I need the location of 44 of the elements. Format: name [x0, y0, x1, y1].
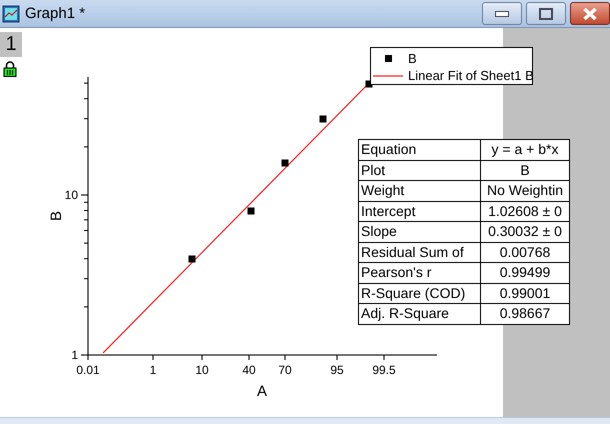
table-cell: R-Square (COD) [358, 283, 480, 304]
lock-icon[interactable] [3, 61, 17, 77]
table-cell: Equation [358, 140, 480, 160]
table-cell: Adj. R-Square [358, 304, 480, 324]
graph-window-icon [2, 4, 20, 22]
table-cell: 0.99001 [480, 283, 570, 304]
table-cell: Slope [358, 222, 480, 242]
table-cell: B [480, 160, 570, 180]
data-point [188, 256, 196, 262]
x-tick-label: 1 [150, 363, 156, 377]
table-cell: 0.98667 [480, 304, 570, 324]
x-tick-label: 0.01 [76, 363, 100, 377]
table-cell: 0.30032 ± 0 [480, 222, 570, 242]
table-cell: 1.02608 ± 0 [480, 201, 570, 222]
layer-tab[interactable]: 1 [0, 32, 22, 57]
maximize-icon [539, 8, 553, 20]
data-point [248, 208, 254, 214]
table-cell: 0.00768 [480, 242, 570, 262]
table-cell: Weight [358, 180, 480, 201]
maximize-button[interactable] [526, 2, 566, 25]
close-icon [583, 8, 597, 20]
minimize-button[interactable] [482, 2, 522, 25]
x-tick-label: 40 [242, 363, 256, 377]
window-title: Graph1 * [25, 5, 86, 22]
table-cell: No Weightin [480, 180, 570, 201]
close-button[interactable] [570, 2, 610, 25]
x-tick-label: 95 [330, 363, 344, 377]
table-cell: Pearson's r [358, 262, 480, 283]
table-cell: Residual Sum of [358, 242, 480, 262]
x-tick-label: 99.5 [372, 363, 396, 377]
legend-label: B [408, 51, 417, 66]
y-tick-label: 10 [64, 188, 78, 202]
table-cell: 0.99499 [480, 262, 570, 283]
minimize-icon [495, 10, 509, 16]
table-cell: Intercept [358, 201, 480, 222]
y-tick-label: 1 [71, 348, 78, 362]
data-point [282, 160, 288, 166]
table-cell: y = a + b*x [480, 140, 570, 160]
x-tick-label: 10 [195, 363, 209, 377]
y-axis-title: B [48, 211, 65, 221]
x-axis-title: A [257, 383, 267, 400]
data-point [320, 116, 326, 122]
table-cell: Plot [358, 160, 480, 180]
x-tick-label: 70 [278, 363, 292, 377]
